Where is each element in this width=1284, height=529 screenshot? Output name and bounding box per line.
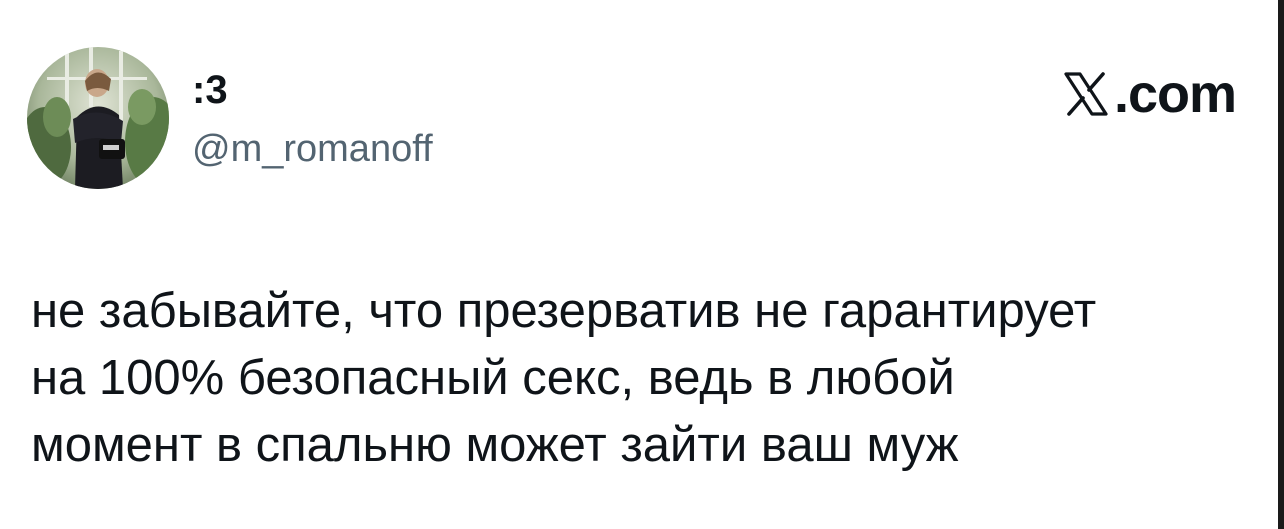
brand-watermark: .com: [1062, 64, 1237, 124]
tweet-text: не забывайте, что презерватив не гаранти…: [31, 278, 1241, 479]
avatar[interactable]: [27, 47, 169, 189]
user-handle[interactable]: @m_romanoff: [192, 126, 433, 172]
display-name[interactable]: :3: [192, 66, 228, 114]
brand-domain: .com: [1113, 64, 1237, 124]
tweet-line: на 100% безопасный секс, ведь в любой: [31, 351, 955, 405]
x-logo-icon: [1062, 70, 1110, 118]
scrollbar-edge: [1278, 0, 1284, 529]
tweet-line: момент в спальню может зайти ваш муж: [31, 418, 959, 472]
tweet-line: не забывайте, что презерватив не гаранти…: [31, 284, 1097, 338]
avatar-photo: [27, 47, 169, 189]
